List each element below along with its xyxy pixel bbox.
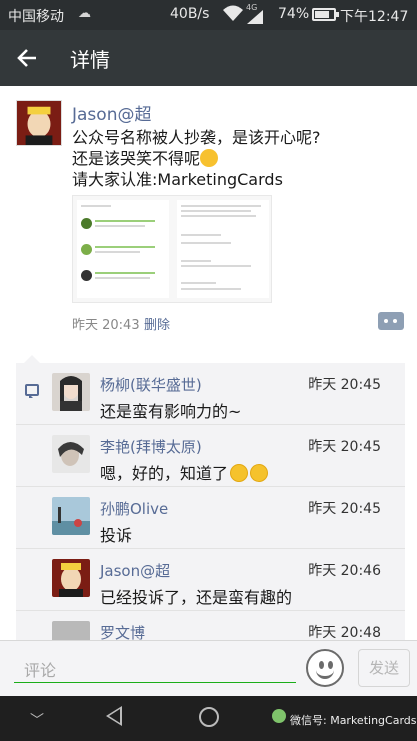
commenter-name[interactable]: 李艳(拜博太原): [100, 436, 202, 457]
comment-text: 投诉: [100, 526, 133, 545]
signal-icon: [247, 10, 263, 24]
comment-text: 已经投诉了，还是蛮有趣的: [100, 588, 293, 607]
nav-back-icon[interactable]: [106, 706, 122, 726]
smile-emoji-icon: [230, 464, 249, 482]
commenter-name[interactable]: 杨柳(联华盛世): [100, 374, 202, 395]
comment-time: 昨天 20:45: [308, 377, 381, 393]
battery-percent: 74%: [278, 6, 310, 22]
screenshot-left-panel: [77, 200, 169, 298]
comment-row[interactable]: 罗文博 昨天 20:48: [16, 611, 405, 643]
nav-home-icon[interactable]: [199, 707, 219, 727]
status-bar: 中国移动 ☁ 40B/s 4G 74% 下午12:47: [0, 0, 417, 30]
comment-time: 昨天 20:46: [308, 563, 381, 579]
comment-row[interactable]: Jason@超 昨天 20:46 已经投诉了，还是蛮有趣的: [16, 549, 405, 611]
post-text-line: 公众号名称被人抄袭，是该开心呢?: [72, 128, 321, 147]
post-text: 公众号名称被人抄袭，是该开心呢? 还是该哭笑不得呢 请大家认准:Marketin…: [72, 127, 392, 190]
comment-time: 昨天 20:45: [308, 501, 381, 517]
comment-text: 还是蛮有影响力的~: [100, 402, 242, 421]
system-nav-bar: ﹀ 微信号: MarketingCards: [0, 696, 417, 741]
comment-text-content: 嗯，好的，知道了: [100, 464, 229, 483]
commenter-name[interactable]: 孙鹏Olive: [100, 498, 168, 519]
comment-time: 昨天 20:48: [308, 625, 381, 641]
comment-time: 昨天 20:45: [308, 439, 381, 455]
emoji-button[interactable]: [306, 649, 344, 687]
comment-row[interactable]: 杨柳(联华盛世) 昨天 20:45 还是蛮有影响力的~: [16, 363, 405, 425]
comment-text: 嗯，好的，知道了: [100, 460, 269, 484]
watermark-text: 微信号: MarketingCards: [290, 714, 417, 727]
carrier-name: 中国移动: [8, 9, 64, 25]
comments-section: 杨柳(联华盛世) 昨天 20:45 还是蛮有影响力的~ 李艳(拜博太原) 昨天 …: [16, 363, 405, 643]
post-author-avatar[interactable]: [16, 100, 62, 146]
comment-input-bar: 评论 发送: [0, 640, 417, 696]
comment-row[interactable]: 孙鹏Olive 昨天 20:45 投诉: [16, 487, 405, 549]
network-speed: 40B/s: [170, 6, 210, 22]
emoji-face-icon-mouth: [316, 670, 334, 679]
comment-input[interactable]: 评论: [14, 653, 296, 683]
commenter-name[interactable]: Jason@超: [100, 560, 170, 581]
title-bar: 详情: [0, 30, 417, 86]
chevron-down-icon[interactable]: ﹀: [30, 710, 44, 730]
post-timestamp: 昨天 20:43: [72, 318, 140, 333]
laughing-emoji-icon: [200, 149, 219, 167]
smile-emoji-icon: [250, 464, 269, 482]
comments-caret: [24, 355, 40, 363]
screenshot-right-panel: [177, 200, 269, 298]
comment-row[interactable]: 李艳(拜博太原) 昨天 20:45 嗯，好的，知道了: [16, 425, 405, 487]
wechat-logo-icon: [272, 709, 286, 723]
post-text-line-2: 还是该哭笑不得呢: [72, 148, 392, 169]
commenter-avatar[interactable]: [52, 497, 90, 535]
battery-icon: [312, 8, 339, 21]
emoji-face-icon: [319, 661, 324, 669]
post-text-line: 请大家认准:MarketingCards: [72, 170, 283, 189]
commenter-avatar[interactable]: [52, 559, 90, 597]
cloud-icon: ☁: [78, 6, 91, 21]
post-image-thumbnail[interactable]: [72, 195, 272, 303]
send-button[interactable]: 发送: [358, 649, 410, 687]
commenter-avatar[interactable]: [52, 373, 90, 411]
post-text-line: 还是该哭笑不得呢: [72, 149, 201, 168]
post-author-name[interactable]: Jason@超: [72, 100, 151, 125]
page-title: 详情: [70, 48, 110, 72]
clock: 下午12:47: [340, 9, 409, 25]
more-actions-button[interactable]: [378, 312, 404, 330]
delete-link[interactable]: 删除: [144, 314, 170, 333]
wifi-icon: [223, 5, 243, 21]
back-arrow-icon[interactable]: [14, 44, 42, 72]
commenter-avatar[interactable]: [52, 435, 90, 473]
emoji-face-icon-eye: [328, 661, 333, 669]
